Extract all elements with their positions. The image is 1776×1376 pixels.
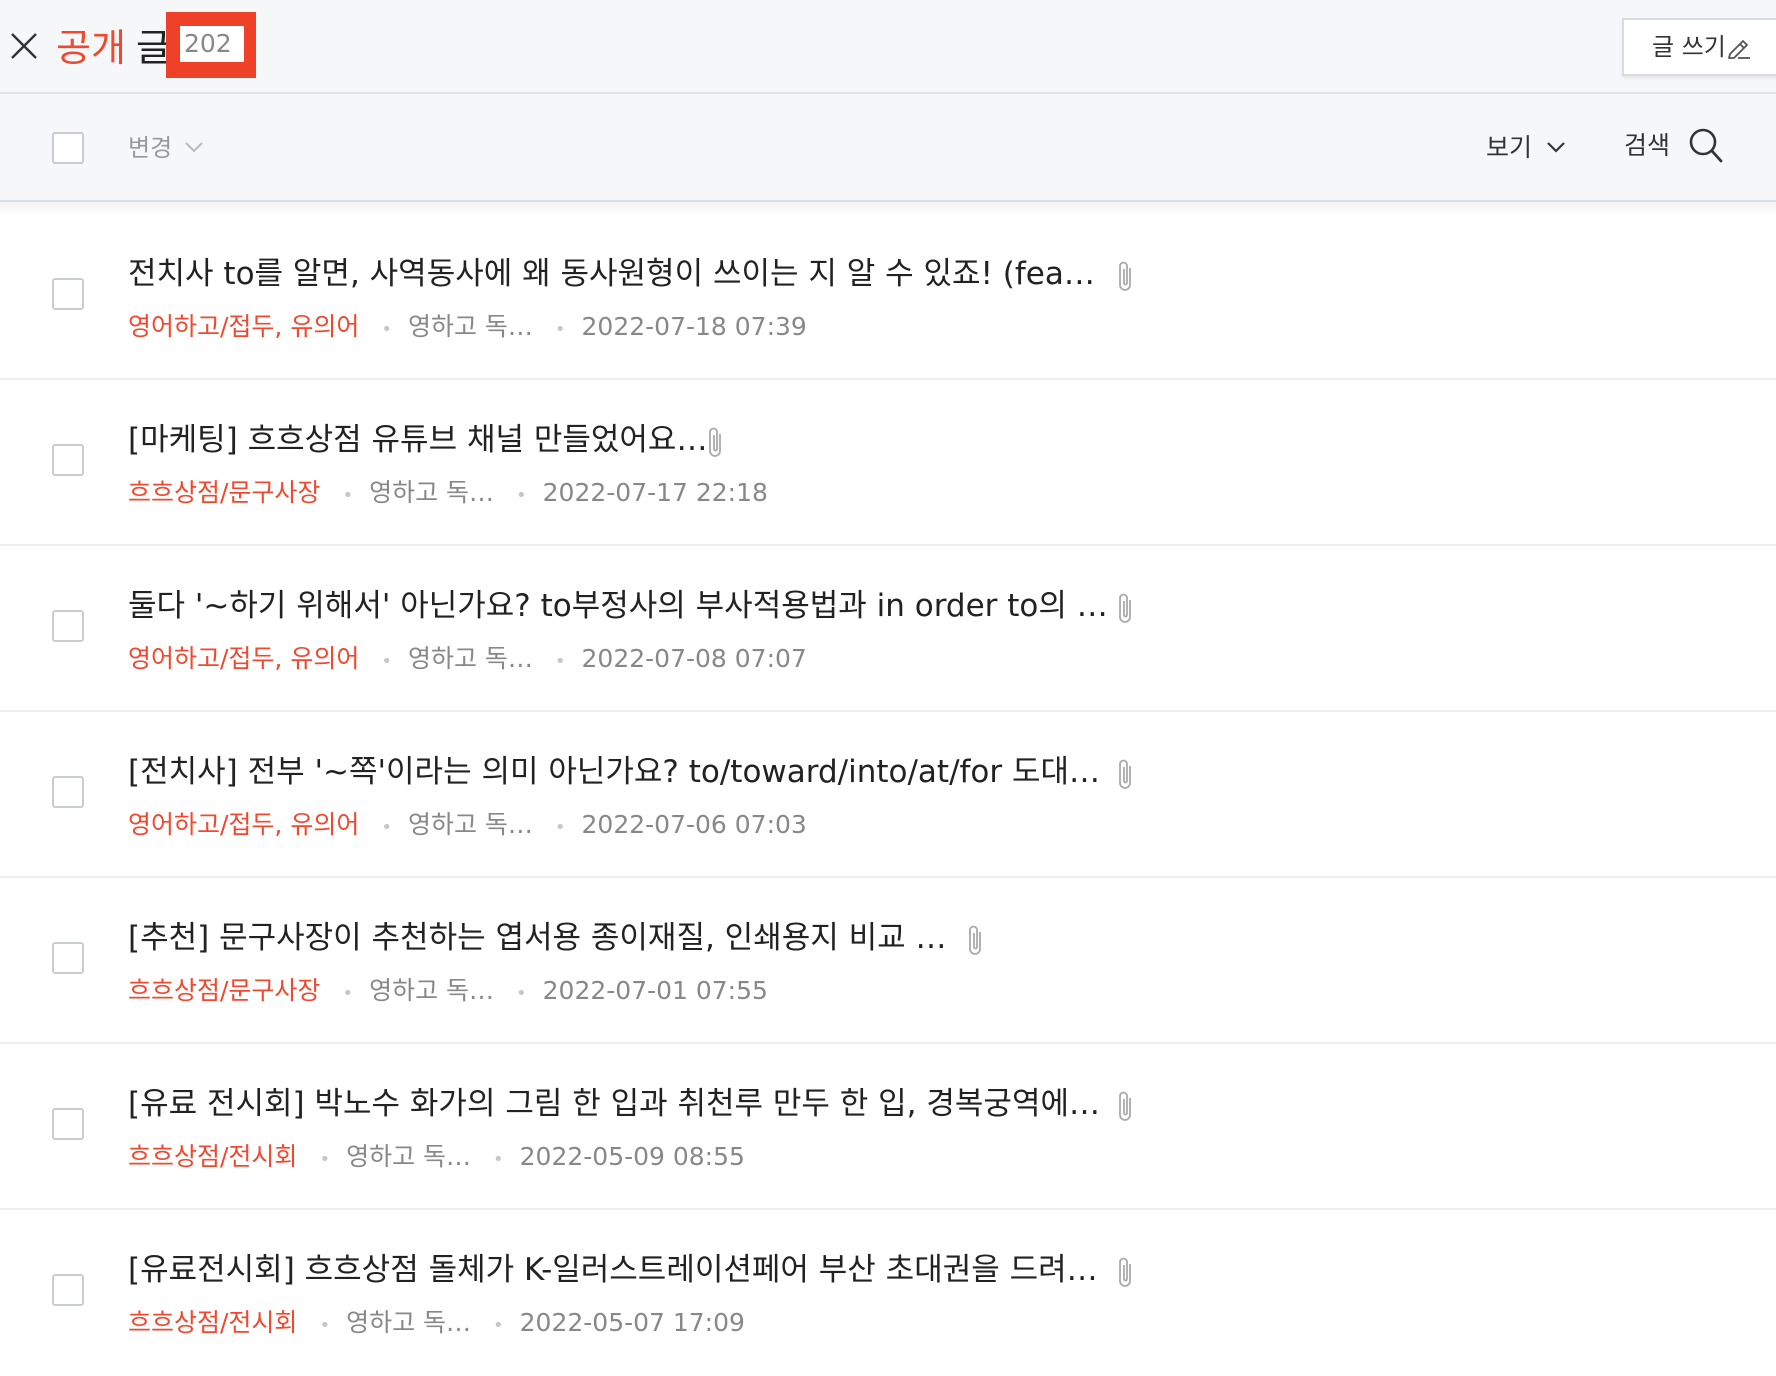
post-checkbox[interactable] xyxy=(52,278,84,310)
post-meta: 흐흐상점/전시회 • 영하고 독… • 2022-05-09 08:55 xyxy=(128,1140,745,1174)
search-label: 검색 xyxy=(1624,131,1671,160)
post-row[interactable]: 전치사 to를 알면, 사역동사에 왜 동사원형이 쓰이는 지 알 수 있죠! … xyxy=(0,214,1776,380)
chevron-down-icon xyxy=(1547,142,1565,153)
post-row[interactable]: [마케팅] 흐흐상점 유튜브 채널 만들었어요~! 흐흐상점/문구사장 • 영하고 … xyxy=(0,380,1776,546)
post-category[interactable]: 흐흐상점/전시회 xyxy=(128,1308,297,1337)
post-date: 2022-05-07 17:09 xyxy=(519,1308,745,1337)
post-date: 2022-07-18 07:39 xyxy=(581,312,807,341)
post-meta: 흐흐상점/문구사장 • 영하고 독… • 2022-07-17 22:18 xyxy=(128,476,768,510)
post-author: 영하고 독… xyxy=(407,644,533,673)
separator-dot: • xyxy=(554,651,566,672)
separator-dot: • xyxy=(493,1315,504,1336)
post-author: 영하고 독… xyxy=(369,478,495,507)
post-category[interactable]: 흐흐상점/전시회 xyxy=(128,1142,297,1171)
post-author: 영하고 독… xyxy=(369,976,495,1005)
change-dropdown[interactable]: 변경 xyxy=(128,132,203,164)
page-title-accent: 공개 xyxy=(56,26,126,70)
post-checkbox[interactable] xyxy=(52,776,84,808)
separator-dot: • xyxy=(342,983,354,1004)
post-category[interactable]: 흐흐상점/문구사장 xyxy=(128,976,320,1005)
chevron-down-icon xyxy=(185,142,203,153)
paperclip-icon xyxy=(966,922,986,962)
post-meta: 흐흐상점/문구사장 • 영하고 독… • 2022-07-01 07:55 xyxy=(128,974,768,1008)
post-category[interactable]: 영어하고/접두, 유의어 xyxy=(128,810,359,839)
post-category[interactable]: 영어하고/접두, 유의어 xyxy=(128,312,359,341)
write-post-button[interactable]: 글 쓰기 xyxy=(1622,18,1776,76)
post-meta: 영어하고/접두, 유의어 • 영하고 독… • 2022-07-08 07:07 xyxy=(128,642,807,676)
post-meta: 영어하고/접두, 유의어 • 영하고 독… • 2022-07-06 07:03 xyxy=(128,808,807,842)
post-date: 2022-07-01 07:55 xyxy=(542,976,768,1005)
post-date: 2022-07-17 22:18 xyxy=(542,478,768,507)
view-dropdown[interactable]: 보기 xyxy=(1486,132,1570,164)
post-row[interactable]: [유료 전시회] 박노수 화가의 그림 한 입과 취천루 만두 한 입, 경복궁… xyxy=(0,1044,1776,1210)
post-row[interactable]: [추천] 문구사장이 추천하는 엽서용 종이재질, 인쇄용지 비교 후기 흐흐상… xyxy=(0,878,1776,1044)
separator-dot: • xyxy=(493,1149,504,1170)
post-category[interactable]: 영어하고/접두, 유의어 xyxy=(128,644,359,673)
post-meta: 영어하고/접두, 유의어 • 영하고 독… • 2022-07-18 07:39 xyxy=(128,310,807,344)
post-checkbox[interactable] xyxy=(52,1274,84,1306)
post-row[interactable]: 둘다 '~하기 위해서' 아닌가요? to부정사의 부사적용법과 in orde… xyxy=(0,546,1776,712)
post-date: 2022-05-09 08:55 xyxy=(519,1142,745,1171)
post-date: 2022-07-06 07:03 xyxy=(581,810,807,839)
post-checkbox[interactable] xyxy=(52,942,84,974)
post-author: 영하고 독… xyxy=(407,810,533,839)
post-title[interactable]: [유료 전시회] 박노수 화가의 그림 한 입과 취천루 만두 한 입, 경복궁… xyxy=(128,1082,1108,1126)
post-title[interactable]: 전치사 to를 알면, 사역동사에 왜 동사원형이 쓰이는 지 알 수 있죠! … xyxy=(128,252,1098,296)
paperclip-icon xyxy=(1116,258,1136,298)
separator-dot: • xyxy=(516,485,527,506)
paperclip-icon xyxy=(1116,756,1136,796)
post-author: 영하고 독… xyxy=(407,312,533,341)
post-checkbox[interactable] xyxy=(52,610,84,642)
paperclip-icon xyxy=(706,424,726,464)
post-row[interactable]: [전치사] 전부 '~쪽'이라는 의미 아닌가요? to/toward/into… xyxy=(0,712,1776,878)
post-title[interactable]: 둘다 '~하기 위해서' 아닌가요? to부정사의 부사적용법과 in orde… xyxy=(128,584,1108,628)
list-toolbar: 변경 보기 검색 xyxy=(0,94,1776,202)
separator-dot: • xyxy=(554,319,566,340)
top-bar: 공개 글 202 글 쓰기 xyxy=(0,0,1776,94)
post-title[interactable]: [추천] 문구사장이 추천하는 엽서용 종이재질, 인쇄용지 비교 후기 xyxy=(128,916,968,960)
close-icon[interactable] xyxy=(8,30,40,62)
post-title[interactable]: [마케팅] 흐흐상점 유튜브 채널 만들었어요~! xyxy=(128,418,708,462)
post-row[interactable]: [유료전시회] 흐흐상점 돌체가 K-일러스트레이션페어 부산 초대권을 드려…… xyxy=(0,1210,1776,1376)
separator-dot: • xyxy=(342,485,354,506)
post-checkbox[interactable] xyxy=(52,1108,84,1140)
search-icon xyxy=(1689,128,1723,163)
count-highlight-box: 202 xyxy=(166,12,256,78)
paperclip-icon xyxy=(1116,590,1136,630)
paperclip-icon xyxy=(1116,1088,1136,1128)
change-label: 변경 xyxy=(128,134,173,162)
post-meta: 흐흐상점/전시회 • 영하고 독… • 2022-05-07 17:09 xyxy=(128,1306,745,1340)
write-button-label: 글 쓰기 xyxy=(1652,33,1726,61)
paperclip-icon xyxy=(1116,1254,1136,1294)
view-label: 보기 xyxy=(1486,133,1533,162)
post-date: 2022-07-08 07:07 xyxy=(581,644,807,673)
separator-dot: • xyxy=(554,817,566,838)
post-checkbox[interactable] xyxy=(52,444,84,476)
search-button[interactable]: 검색 xyxy=(1624,124,1724,168)
post-author: 영하고 독… xyxy=(346,1142,472,1171)
post-title[interactable]: [유료전시회] 흐흐상점 돌체가 K-일러스트레이션페어 부산 초대권을 드려… xyxy=(128,1248,1098,1292)
separator-dot: • xyxy=(319,1149,331,1170)
post-count: 202 xyxy=(184,29,232,58)
separator-dot: • xyxy=(381,319,392,340)
select-all-checkbox[interactable] xyxy=(52,132,84,164)
pencil-icon xyxy=(1728,40,1750,59)
separator-dot: • xyxy=(381,817,392,838)
post-category[interactable]: 흐흐상점/문구사장 xyxy=(128,478,320,507)
separator-dot: • xyxy=(319,1315,331,1336)
separator-dot: • xyxy=(516,983,527,1004)
post-author: 영하고 독… xyxy=(346,1308,472,1337)
post-title[interactable]: [전치사] 전부 '~쪽'이라는 의미 아닌가요? to/toward/into… xyxy=(128,750,1108,794)
separator-dot: • xyxy=(381,651,392,672)
